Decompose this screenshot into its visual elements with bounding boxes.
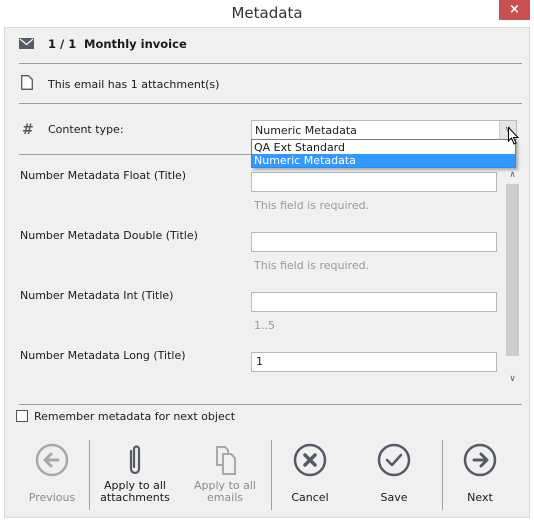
remember-checkbox[interactable] bbox=[16, 410, 28, 422]
close-button[interactable]: × bbox=[499, 0, 530, 20]
field-label-long: Number Metadata Long (Title) bbox=[20, 349, 186, 362]
divider bbox=[19, 63, 522, 64]
metadata-panel: 1 / 1 Monthly invoice This email has 1 a… bbox=[4, 27, 530, 518]
document-icon bbox=[21, 75, 33, 93]
previous-label: Previous bbox=[28, 491, 76, 504]
arrow-left-circle-icon bbox=[35, 443, 69, 477]
button-divider bbox=[89, 440, 90, 510]
double-input[interactable] bbox=[251, 232, 497, 252]
content-type-label: Content type: bbox=[48, 123, 124, 136]
apply-attachments-label-line2: attachments bbox=[100, 491, 170, 504]
field-label-float: Number Metadata Float (Title) bbox=[20, 169, 187, 182]
save-label: Save bbox=[380, 491, 408, 504]
save-button[interactable]: Save bbox=[354, 438, 434, 518]
apply-emails-label-line2: emails bbox=[206, 491, 244, 504]
cancel-label: Cancel bbox=[291, 491, 329, 504]
long-input[interactable]: 1 bbox=[251, 352, 497, 372]
dropdown-option[interactable]: QA Ext Standard bbox=[252, 141, 515, 154]
scroll-up-icon[interactable]: ∧ bbox=[504, 170, 521, 180]
content-type-dropdown: QA Ext Standard Numeric Metadata bbox=[251, 139, 516, 168]
field-label-int: Number Metadata Int (Title) bbox=[20, 289, 174, 302]
divider bbox=[19, 404, 522, 405]
content-type-value: Numeric Metadata bbox=[255, 124, 357, 137]
arrow-right-circle-icon bbox=[463, 443, 497, 477]
float-input[interactable] bbox=[251, 172, 497, 192]
field-hint-int: 1..5 bbox=[254, 319, 275, 332]
email-subject: Monthly invoice bbox=[84, 37, 187, 51]
field-label-double: Number Metadata Double (Title) bbox=[20, 229, 198, 242]
check-circle-icon bbox=[377, 443, 411, 477]
int-input[interactable] bbox=[251, 292, 497, 312]
dropdown-option-highlighted[interactable]: Numeric Metadata bbox=[252, 154, 515, 167]
previous-button[interactable]: Previous bbox=[12, 438, 92, 518]
title-bar: Metadata × bbox=[0, 0, 534, 27]
attachment-info: This email has 1 attachment(s) bbox=[48, 78, 220, 91]
next-label: Next bbox=[467, 491, 493, 504]
divider bbox=[19, 103, 522, 104]
scroll-down-icon[interactable]: ∨ bbox=[504, 374, 521, 384]
mouse-cursor-icon bbox=[508, 126, 520, 148]
divider bbox=[19, 154, 251, 155]
content-type-select[interactable]: Numeric Metadata ∨ bbox=[251, 120, 517, 140]
x-circle-icon bbox=[293, 443, 327, 477]
next-button[interactable]: Next bbox=[440, 438, 520, 518]
fields-scrollbar[interactable]: ∧ ∨ bbox=[504, 168, 521, 388]
apply-to-all-attachments-button[interactable]: Apply to all attachments bbox=[95, 438, 175, 518]
field-hint-float: This field is required. bbox=[254, 199, 370, 212]
hash-icon: # bbox=[22, 122, 34, 138]
cancel-button[interactable]: Cancel bbox=[270, 438, 350, 518]
copy-documents-icon bbox=[216, 446, 236, 475]
remember-label[interactable]: Remember metadata for next object bbox=[34, 410, 235, 423]
window-title: Metadata bbox=[231, 4, 303, 22]
field-hint-double: This field is required. bbox=[254, 259, 370, 272]
apply-to-all-emails-button[interactable]: Apply to all emails bbox=[185, 438, 265, 518]
scrollbar-thumb[interactable] bbox=[506, 184, 519, 356]
envelope-icon bbox=[19, 38, 34, 52]
paperclip-icon bbox=[129, 445, 141, 475]
item-counter: 1 / 1 bbox=[48, 37, 77, 51]
